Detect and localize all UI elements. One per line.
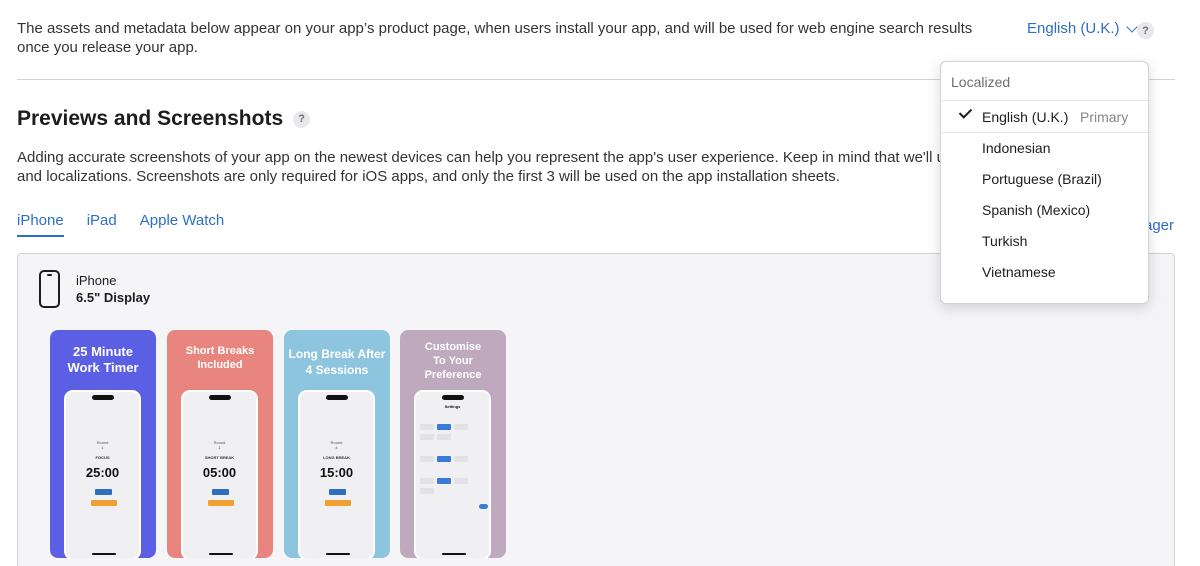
round-label: Round 1 [96, 440, 109, 450]
option-pill [454, 456, 468, 462]
section-title-row: Previews and Screenshots ? [17, 107, 311, 131]
option-pill [420, 488, 434, 494]
skip-button-mock [325, 500, 351, 506]
round-label: Round 4 [330, 440, 343, 450]
timer-mode: FOCUS [95, 455, 110, 460]
home-indicator [92, 553, 116, 555]
screenshot-caption: 25 Minute Work Timer [50, 344, 156, 376]
timer-mode: LONG BREAK [323, 455, 350, 460]
caption-line: Short Breaks [185, 345, 255, 357]
settings-option-row [420, 478, 468, 484]
screenshot-4[interactable]: Customise To Your Preference Settings [400, 330, 506, 558]
settings-option-row [420, 424, 468, 430]
option-pill [437, 434, 451, 440]
dynamic-island [209, 395, 231, 400]
option-pill [437, 478, 451, 484]
phone-mockup: Settings [414, 390, 491, 558]
screenshot-3[interactable]: Long Break After 4 Sessions Round 4 LONG … [284, 330, 390, 558]
dropdown-separator [941, 100, 1148, 101]
language-dropdown: Localized English (U.K.) Primary Indones… [940, 61, 1149, 304]
caption-line: Long Break After [288, 347, 386, 361]
help-icon[interactable]: ? [293, 110, 311, 128]
settings-option-row [420, 488, 434, 494]
iphone-outline-icon [39, 270, 60, 308]
caption-line: Preference [424, 369, 482, 381]
dropdown-item-vietnamese[interactable]: Vietnamese [982, 264, 1056, 280]
caption-line: 4 Sessions [305, 363, 369, 377]
option-pill [420, 478, 434, 484]
primary-tag: Primary [1080, 109, 1129, 125]
page-title: Previews and Screenshots [17, 107, 284, 130]
timer-value: 15:00 [319, 465, 354, 480]
phone-mockup: Round 1 FOCUS 25:00 [64, 390, 141, 558]
language-selector-label: English (U.K.) [1027, 20, 1120, 37]
settings-option-row [420, 456, 468, 462]
dropdown-item-english-uk[interactable]: English (U.K.) [982, 109, 1068, 125]
language-selector[interactable]: English (U.K.) [1027, 20, 1138, 37]
device-name: iPhone [76, 273, 117, 288]
intro-text: The assets and metadata below appear on … [17, 20, 973, 56]
timer-value: 25:00 [85, 465, 120, 480]
device-tabs: iPhone iPad Apple Watch [17, 212, 224, 237]
tab-iphone[interactable]: iPhone [17, 212, 64, 237]
option-pill [454, 424, 468, 430]
screenshot-caption: Short Breaks Included [167, 344, 273, 372]
option-pill [420, 434, 434, 440]
dynamic-island [442, 395, 464, 400]
timer-value: 05:00 [202, 465, 237, 480]
settings-title: Settings [444, 404, 461, 409]
settings-option-row [420, 434, 451, 440]
screenshot-caption: Customise To Your Preference [400, 340, 506, 382]
caption-line: Work Timer [67, 360, 139, 375]
home-indicator [209, 553, 233, 555]
dynamic-island [326, 395, 348, 400]
skip-button-mock [208, 500, 234, 506]
tab-apple-watch[interactable]: Apple Watch [140, 212, 225, 237]
round-label: Round 1 [213, 440, 226, 450]
option-pill [420, 424, 434, 430]
checkmark-icon [958, 105, 973, 119]
caption-line: Included [197, 359, 243, 371]
dropdown-item-portuguese-brazil[interactable]: Portuguese (Brazil) [982, 171, 1102, 187]
dropdown-header: Localized [951, 74, 1011, 90]
option-pill [420, 456, 434, 462]
home-indicator [442, 553, 466, 555]
screenshot-caption: Long Break After 4 Sessions [284, 346, 390, 378]
timer-mode: SHORT BREAK [204, 455, 235, 460]
start-button-mock [212, 489, 229, 495]
dropdown-item-indonesian[interactable]: Indonesian [982, 140, 1051, 156]
screenshot-1[interactable]: 25 Minute Work Timer Round 1 FOCUS 25:00 [50, 330, 156, 558]
toggle-switch-mock [479, 504, 488, 509]
dropdown-separator [941, 132, 1148, 133]
start-button-mock [95, 489, 112, 495]
caption-line: Customise [424, 341, 482, 353]
skip-button-mock [91, 500, 117, 506]
help-icon[interactable]: ? [1137, 22, 1154, 39]
start-button-mock [329, 489, 346, 495]
option-pill [454, 478, 468, 484]
dynamic-island [92, 395, 114, 400]
screenshot-2[interactable]: Short Breaks Included Round 1 SHORT BREAK… [167, 330, 273, 558]
caption-line: 25 Minute [73, 344, 133, 359]
tab-ipad[interactable]: iPad [87, 212, 117, 237]
option-pill [437, 424, 451, 430]
home-indicator [326, 553, 350, 555]
dropdown-item-spanish-mexico[interactable]: Spanish (Mexico) [982, 202, 1090, 218]
chevron-down-icon [1125, 20, 1138, 33]
option-pill [437, 456, 451, 462]
device-display-size: 6.5" Display [76, 290, 151, 305]
phone-mockup: Round 1 SHORT BREAK 05:00 [181, 390, 258, 558]
phone-mockup: Round 4 LONG BREAK 15:00 [298, 390, 375, 558]
caption-line: To Your [433, 355, 473, 367]
dropdown-item-turkish[interactable]: Turkish [982, 233, 1027, 249]
